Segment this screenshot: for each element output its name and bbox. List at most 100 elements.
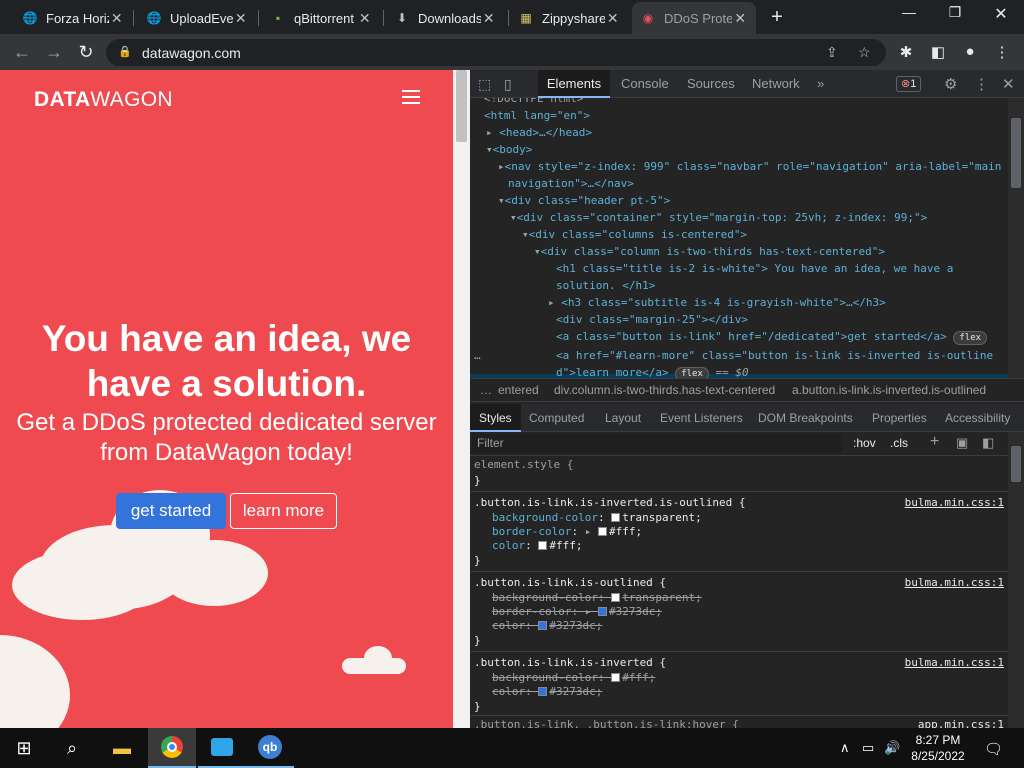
color-swatch[interactable]: [538, 687, 548, 696]
dom-line-selected[interactable]: <a href="#learn-more" class="button is-l…: [556, 347, 993, 364]
inspect-element-icon[interactable]: ⬚: [478, 76, 491, 93]
css-declaration[interactable]: border-color: ▸ #fff;: [492, 525, 642, 539]
system-clock[interactable]: 8:27 PM 8/25/2022: [908, 732, 968, 764]
tab-ddos-active[interactable]: ◉ DDoS Prote ✕: [632, 2, 756, 34]
scrollbar-thumb[interactable]: [1011, 118, 1021, 188]
css-declaration-overridden[interactable]: background-color: #fff;: [492, 671, 655, 685]
windows-start-icon[interactable]: ⊞: [0, 728, 48, 768]
notifications-icon[interactable]: 🗨: [984, 740, 1003, 758]
dom-line[interactable]: <!DOCTYPE html>: [484, 98, 583, 107]
device-toolbar-icon[interactable]: ▯: [504, 76, 512, 93]
site-logo[interactable]: DATAWAGON: [34, 88, 173, 112]
tray-chevron-icon[interactable]: ∧: [840, 740, 850, 756]
extensions-icon[interactable]: ✱: [896, 43, 916, 61]
new-tab-button[interactable]: +: [766, 6, 788, 29]
color-swatch[interactable]: [538, 541, 548, 550]
close-window-button[interactable]: ✕: [978, 4, 1024, 24]
url-text[interactable]: datawagon.com: [142, 45, 241, 61]
more-tabs-icon[interactable]: »: [817, 70, 824, 98]
tab-qbittorrent[interactable]: ▪ qBittorrent ✕: [262, 4, 380, 32]
tab-event-listeners[interactable]: Event Listeners: [660, 404, 743, 432]
styles-scrollbar[interactable]: [1008, 432, 1024, 728]
css-declaration-overridden[interactable]: color: #3273dc;: [492, 619, 602, 633]
collapse-triangle-icon[interactable]: ▾: [498, 194, 505, 207]
css-source-link[interactable]: bulma.min.css:1: [905, 576, 1004, 589]
css-source-link[interactable]: bulma.min.css:1: [905, 656, 1004, 669]
dom-line[interactable]: ▾<div class="container" style="margin-to…: [510, 209, 927, 226]
share-icon[interactable]: ⇪: [826, 44, 838, 61]
page-scrollbar[interactable]: [453, 70, 470, 728]
scrollbar-thumb[interactable]: [1011, 446, 1021, 482]
dom-line[interactable]: <a class="button is-link" href="/dedicat…: [556, 328, 988, 345]
dom-line[interactable]: navigation">…</nav>: [508, 175, 634, 192]
hamburger-menu-icon[interactable]: [402, 90, 420, 108]
search-icon[interactable]: ⌕: [48, 728, 96, 768]
tab-elements[interactable]: Elements: [538, 70, 610, 98]
css-declaration-overridden[interactable]: background-color: transparent;: [492, 591, 702, 605]
css-selector[interactable]: .button.is-link.is-inverted {: [474, 656, 666, 670]
dom-line[interactable]: ▾<div class="header pt-5">: [498, 192, 670, 209]
dom-line[interactable]: ▾<body>: [486, 141, 532, 158]
collapse-triangle-icon[interactable]: ▾: [510, 211, 517, 224]
breadcrumb-item[interactable]: div.column.is-two-thirds.has-text-center…: [554, 383, 775, 397]
flex-badge[interactable]: flex: [675, 367, 709, 378]
dom-line[interactable]: <html lang="en">: [484, 107, 590, 124]
color-swatch[interactable]: [597, 527, 607, 536]
tab-uploadever[interactable]: 🌐 UploadEver ✕: [138, 4, 256, 32]
color-swatch[interactable]: [611, 513, 621, 522]
close-icon[interactable]: ✕: [357, 10, 372, 27]
tab-computed[interactable]: Computed: [529, 404, 584, 432]
dom-line[interactable]: ▸ <h3 class="subtitle is-4 is-grayish-wh…: [548, 294, 886, 311]
tab-dom-breakpoints[interactable]: DOM Breakpoints: [758, 404, 853, 432]
profile-icon[interactable]: ●: [960, 43, 980, 60]
dom-scrollbar[interactable]: [1008, 98, 1024, 378]
tab-accessibility[interactable]: Accessibility: [945, 404, 1010, 432]
tab-console[interactable]: Console: [621, 70, 669, 98]
dom-line[interactable]: ▸<nav style="z-index: 999" class="navbar…: [498, 158, 1001, 175]
tab-forza[interactable]: 🌐 Forza Horiz ✕: [14, 4, 132, 32]
tab-styles[interactable]: Styles: [470, 404, 521, 432]
forward-button[interactable]: →: [44, 42, 64, 63]
breadcrumb-item[interactable]: a.button.is-link.is-inverted.is-outlined: [792, 383, 986, 397]
tab-zippyshare[interactable]: ▦ Zippyshare ✕: [510, 4, 628, 32]
close-icon[interactable]: ✕: [109, 10, 124, 27]
tab-downloads[interactable]: ⬇ Downloads ✕: [386, 4, 504, 32]
css-selector[interactable]: .button.is-link.is-outlined {: [474, 576, 666, 590]
reload-button[interactable]: ↻: [76, 42, 96, 63]
filter-input[interactable]: Filter: [472, 434, 842, 453]
collapse-triangle-icon[interactable]: ▾: [522, 228, 529, 241]
close-icon[interactable]: ✕: [481, 10, 496, 27]
get-started-button[interactable]: get started: [116, 493, 226, 529]
css-declaration-overridden[interactable]: border-color: ▸ #3273dc;: [492, 605, 662, 619]
color-swatch[interactable]: [611, 673, 621, 682]
css-selector[interactable]: .button.is-link, .button.is-link:hover {: [474, 718, 739, 728]
scrollbar-thumb[interactable]: [456, 70, 467, 142]
file-explorer-icon[interactable]: ▬: [98, 728, 146, 768]
dom-line[interactable]: ▾<div class="column is-two-thirds has-te…: [534, 243, 885, 260]
expand-triangle-icon[interactable]: ▸: [585, 525, 592, 538]
close-icon[interactable]: ✕: [233, 10, 248, 27]
css-selector[interactable]: .button.is-link.is-inverted.is-outlined …: [474, 496, 746, 510]
breadcrumb-item[interactable]: entered: [498, 383, 539, 397]
tab-sources[interactable]: Sources: [687, 70, 735, 98]
collapse-triangle-icon[interactable]: ▾: [534, 245, 541, 258]
expand-triangle-icon[interactable]: ▸: [498, 160, 505, 173]
color-swatch[interactable]: [611, 593, 621, 602]
css-declaration[interactable]: background-color: transparent;: [492, 511, 702, 525]
css-source-link[interactable]: app.min.css:1: [918, 718, 1004, 728]
sidebar-toggle-icon[interactable]: ◧: [982, 435, 994, 451]
qbittorrent-taskbar-icon[interactable]: qb: [246, 728, 294, 768]
dom-line[interactable]: solution. </h1>: [556, 277, 655, 294]
dom-line[interactable]: <div class="margin-25"></div>: [556, 311, 748, 328]
tab-network[interactable]: Network: [752, 70, 800, 98]
error-counter[interactable]: ⊗1: [896, 76, 922, 92]
chrome-icon[interactable]: [148, 728, 196, 768]
settings-gear-icon[interactable]: ⚙: [944, 75, 957, 93]
collapse-triangle-icon[interactable]: ▾: [486, 143, 493, 156]
menu-kebab-icon[interactable]: ⋮: [992, 43, 1012, 61]
css-source-link[interactable]: bulma.min.css:1: [905, 496, 1004, 509]
minimize-button[interactable]: —: [886, 4, 932, 20]
dom-line-selected[interactable]: d">learn more</a> flex == $0: [556, 364, 749, 378]
css-declaration-overridden[interactable]: color: #3273dc;: [492, 685, 602, 699]
tab-properties[interactable]: Properties: [872, 404, 927, 432]
